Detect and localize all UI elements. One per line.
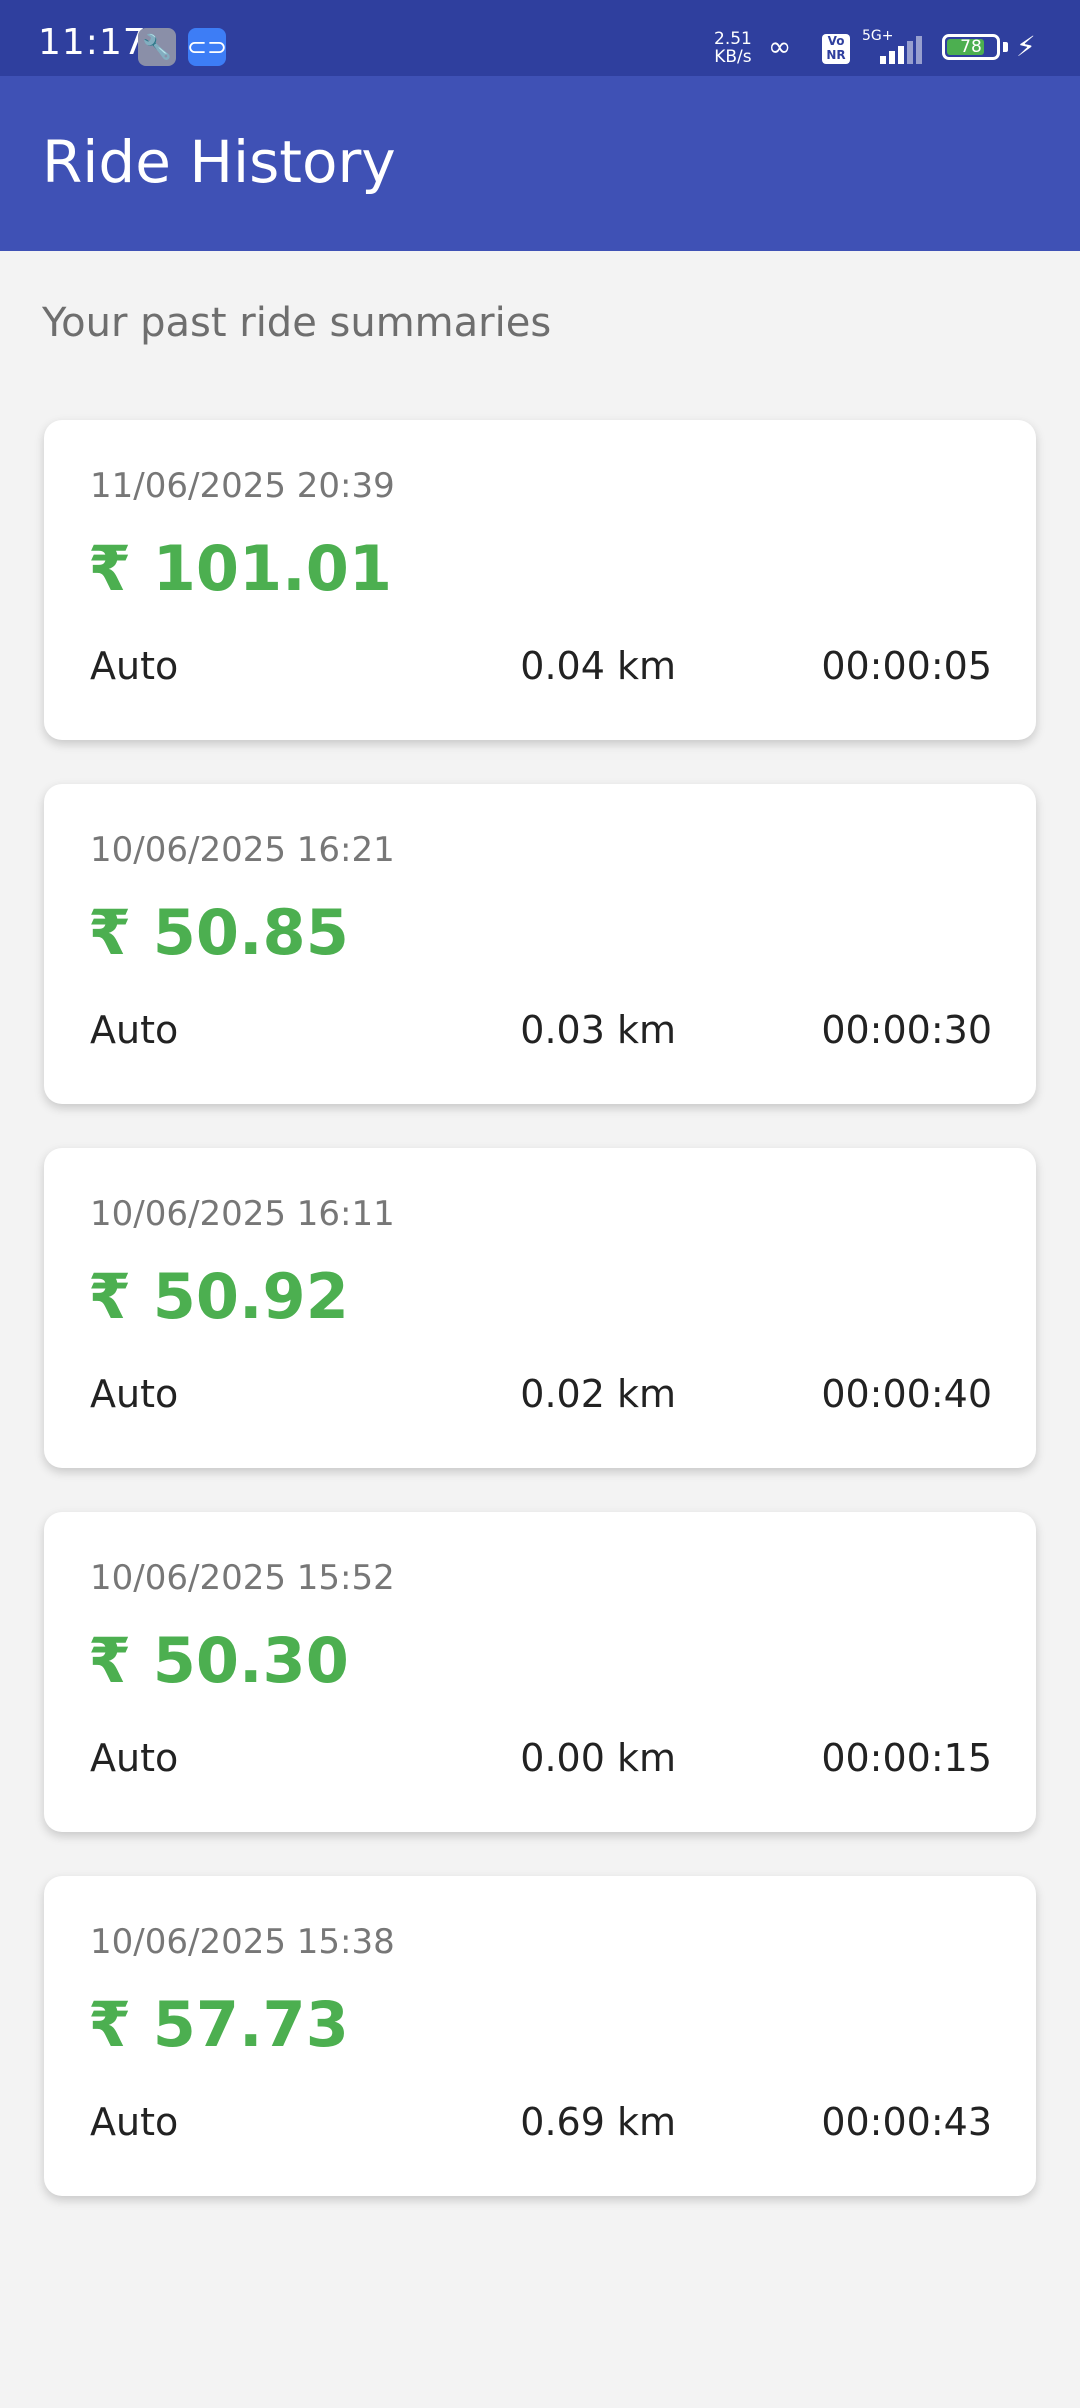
ride-fare: ₹ 50.30 — [88, 1624, 349, 1697]
ride-card[interactable]: 10/06/2025 16:11 ₹ 50.92 Auto 0.02 km 00… — [44, 1148, 1036, 1468]
ride-mode: Auto — [90, 2100, 179, 2144]
ride-card[interactable]: 10/06/2025 16:21 ₹ 50.85 Auto 0.03 km 00… — [44, 784, 1036, 1104]
link-app-icon: ⊂⊃ — [187, 28, 227, 66]
page-title: Ride History — [42, 128, 396, 196]
page-subtitle: Your past ride summaries — [42, 300, 552, 346]
network-speed: 2.51 KB/s — [714, 30, 752, 66]
battery-icon: 78 — [942, 34, 1000, 60]
ride-fare: ₹ 50.85 — [88, 896, 349, 969]
ride-mode: Auto — [90, 1008, 179, 1052]
charging-icon: ⚡ — [1016, 30, 1036, 63]
ride-distance: 0.03 km — [520, 1008, 676, 1052]
ride-duration: 00:00:43 — [821, 2100, 992, 2144]
network-type: 5G+ — [862, 28, 894, 44]
ride-distance: 0.02 km — [520, 1372, 676, 1416]
ride-duration: 00:00:30 — [821, 1008, 992, 1052]
battery-tip — [1003, 42, 1008, 52]
ride-fare: ₹ 101.01 — [88, 532, 392, 605]
ride-date: 10/06/2025 16:11 — [90, 1194, 395, 1234]
ride-duration: 00:00:15 — [821, 1736, 992, 1780]
ride-fare: ₹ 50.92 — [88, 1260, 349, 1333]
app-bar: Ride History — [0, 76, 1080, 251]
ride-mode: Auto — [90, 1736, 179, 1780]
ride-distance: 0.69 km — [520, 2100, 676, 2144]
ride-card[interactable]: 10/06/2025 15:38 ₹ 57.73 Auto 0.69 km 00… — [44, 1876, 1036, 2196]
ride-card[interactable]: 10/06/2025 15:52 ₹ 50.30 Auto 0.00 km 00… — [44, 1512, 1036, 1832]
hotspot-icon: ∞ — [768, 30, 792, 63]
volte-icon: Vo NR — [822, 34, 850, 64]
ride-distance: 0.04 km — [520, 644, 676, 688]
signal-icon: 5G+ — [862, 28, 926, 68]
ride-date: 10/06/2025 16:21 — [90, 830, 395, 870]
ride-duration: 00:00:05 — [821, 644, 992, 688]
network-speed-unit: KB/s — [714, 47, 752, 67]
ride-mode: Auto — [90, 1372, 179, 1416]
battery-level: 78 — [960, 37, 982, 57]
status-time: 11:17 — [38, 22, 147, 63]
network-speed-value: 2.51 — [714, 29, 752, 49]
ride-date: 10/06/2025 15:38 — [90, 1922, 395, 1962]
ride-fare: ₹ 57.73 — [88, 1988, 349, 2061]
ride-mode: Auto — [90, 644, 179, 688]
wrench-icon: 🔧 — [138, 28, 176, 66]
status-bar: 11:17 🔧 ⊂⊃ 2.51 KB/s ∞ Vo NR 5G+ 78 ⚡ — [0, 0, 1080, 76]
ride-date: 11/06/2025 20:39 — [90, 466, 395, 506]
ride-date: 10/06/2025 15:52 — [90, 1558, 395, 1598]
ride-duration: 00:00:40 — [821, 1372, 992, 1416]
ride-distance: 0.00 km — [520, 1736, 676, 1780]
ride-card[interactable]: 11/06/2025 20:39 ₹ 101.01 Auto 0.04 km 0… — [44, 420, 1036, 740]
